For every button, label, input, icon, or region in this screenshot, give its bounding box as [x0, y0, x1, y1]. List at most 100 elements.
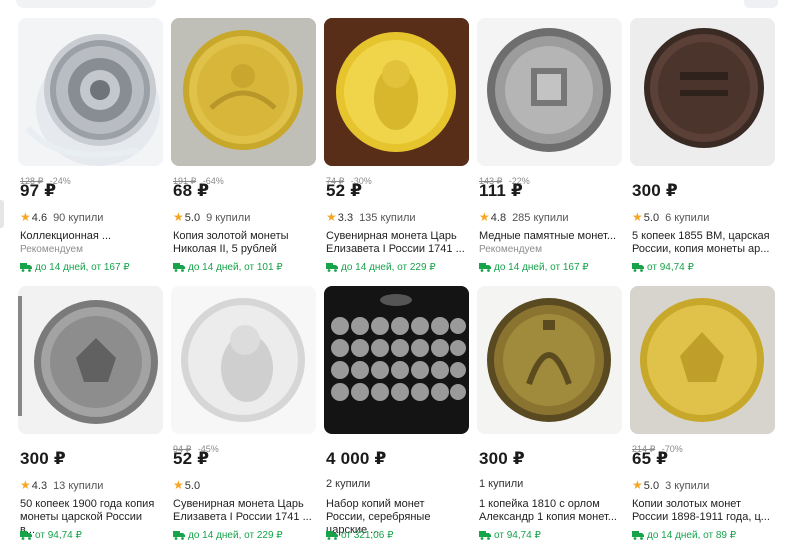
- product-image[interactable]: [324, 18, 469, 166]
- truck-icon: [326, 531, 338, 540]
- product-title[interactable]: 1 копейка 1810 с орлом Александр 1 копия…: [479, 498, 619, 524]
- rating-row: 1 купили: [479, 478, 523, 490]
- rating-row: ★3.3 135 купили: [326, 210, 416, 224]
- star-icon: ★: [632, 478, 643, 492]
- truck-icon: [479, 263, 491, 272]
- purchase-count: 135 купили: [359, 212, 416, 224]
- gold-coin-copy-icon: [171, 18, 316, 166]
- product-title[interactable]: Копия золотой монеты Николая II, 5 рубле…: [173, 230, 313, 256]
- truck-icon: [632, 531, 644, 540]
- rating-value: 5.0: [184, 480, 201, 492]
- product-title[interactable]: Сувенирная монета Царь Елизавета I Росси…: [326, 230, 466, 256]
- star-icon: ★: [173, 478, 184, 492]
- top-filter-bar: [0, 0, 800, 12]
- purchase-count: 90 купили: [53, 212, 104, 224]
- delivery-info: от 94,74 ₽: [20, 530, 82, 541]
- product-title[interactable]: Коллекционная ... Рекомендуем: [20, 230, 160, 256]
- delivery-info: от 321,06 ₽: [326, 530, 393, 541]
- truck-icon: [479, 531, 491, 540]
- purchase-count: 6 купили: [665, 212, 710, 224]
- product-image[interactable]: [630, 18, 775, 166]
- product-title[interactable]: Сувенирная монета Царь Елизавета I Росси…: [173, 498, 313, 524]
- product-title-text: Копия золотой монеты Николая II, 5 рубле…: [173, 230, 289, 255]
- delivery-info: до 14 дней, от 167 ₽: [20, 262, 130, 273]
- truck-icon: [20, 531, 32, 540]
- product-image[interactable]: [171, 18, 316, 166]
- price: 300 ₽: [20, 449, 66, 468]
- rating-value: 4.3: [31, 480, 48, 492]
- truck-icon: [173, 263, 185, 272]
- gold-portrait-coin-icon: [324, 18, 469, 166]
- star-icon: ★: [326, 210, 337, 224]
- copper-5-kopeks-coin-icon: [630, 18, 775, 166]
- product-image[interactable]: [18, 286, 163, 434]
- product-title[interactable]: Копии золотых монет России 1898-1911 год…: [632, 498, 772, 524]
- product-title-text: 1 копейка 1810 с орлом Александр 1 копия…: [479, 498, 617, 523]
- product-title-text: Коллекционная ...: [20, 230, 112, 242]
- product-image[interactable]: [18, 18, 163, 166]
- gold-eagle-coin-icon: [630, 286, 775, 434]
- delivery-text: от 94,74 ₽: [494, 530, 541, 541]
- product-image[interactable]: [477, 286, 622, 434]
- scroll-back-handle[interactable]: [0, 200, 4, 228]
- rating-value: 5.0: [184, 212, 201, 224]
- delivery-info: от 94,74 ₽: [632, 262, 694, 273]
- silver-monogram-coin-icon: [477, 18, 622, 166]
- rating-row: ★4.8 285 купили: [479, 210, 569, 224]
- silver-eagle-coin-icon: [18, 286, 163, 434]
- silver-calendar-coin-icon: [18, 18, 163, 166]
- delivery-info: до 14 дней, от 89 ₽: [632, 530, 736, 541]
- rating-value: 4.6: [31, 212, 48, 224]
- rating-row: ★5.0 3 купили: [632, 478, 709, 492]
- product-title-text: Медные памятные монет...: [479, 230, 617, 242]
- silver-portrait-coin-icon: [171, 286, 316, 434]
- brass-monogram-coin-icon: [477, 286, 622, 434]
- purchase-count: 3 купили: [665, 480, 710, 492]
- product-image[interactable]: [171, 286, 316, 434]
- rating-row: ★5.0 6 купили: [632, 210, 709, 224]
- price: 52 ₽: [326, 181, 363, 200]
- price: 68 ₽: [173, 181, 210, 200]
- purchase-count: 9 купили: [206, 212, 251, 224]
- product-image[interactable]: [630, 286, 775, 434]
- product-image[interactable]: [324, 286, 469, 434]
- truck-icon: [20, 263, 32, 272]
- purchase-count: 2 купили: [326, 478, 371, 490]
- product-title-text: 5 копеек 1855 ВМ, царская России, копия …: [632, 230, 770, 255]
- delivery-text: до 14 дней, от 167 ₽: [35, 262, 130, 273]
- rating-row: ★4.3 13 купили: [20, 478, 103, 492]
- product-image[interactable]: [477, 18, 622, 166]
- truck-icon: [326, 263, 338, 272]
- filter-chip[interactable]: [16, 0, 156, 8]
- price: 65 ₽: [632, 449, 669, 468]
- truck-icon: [173, 531, 185, 540]
- delivery-text: до 14 дней, от 229 ₽: [341, 262, 436, 273]
- recommended-label: Рекомендуем: [479, 244, 542, 255]
- price: 300 ₽: [632, 181, 678, 200]
- product-title[interactable]: 5 копеек 1855 ВМ, царская России, копия …: [632, 230, 772, 256]
- rating-value: 3.3: [337, 212, 354, 224]
- price: 300 ₽: [479, 449, 525, 468]
- rating-row: 2 купили: [326, 478, 370, 490]
- product-title[interactable]: Медные памятные монет... Рекомендуем: [479, 230, 619, 256]
- star-icon: ★: [20, 478, 31, 492]
- price: 4 000 ₽: [326, 449, 387, 468]
- price: 97 ₽: [20, 181, 57, 200]
- rating-row: ★5.0 9 купили: [173, 210, 250, 224]
- star-icon: ★: [20, 210, 31, 224]
- star-icon: ★: [479, 210, 490, 224]
- view-toggle-button[interactable]: [744, 0, 778, 8]
- rating-value: 4.8: [490, 212, 507, 224]
- delivery-info: до 14 дней, от 101 ₽: [173, 262, 283, 273]
- rating-value: 5.0: [643, 212, 660, 224]
- price: 52 ₽: [173, 449, 210, 468]
- rating-row: ★5.0: [173, 478, 200, 492]
- delivery-info: до 14 дней, от 167 ₽: [479, 262, 589, 273]
- recommended-label: Рекомендуем: [20, 244, 83, 255]
- truck-icon: [632, 263, 644, 272]
- delivery-info: до 14 дней, от 229 ₽: [173, 530, 283, 541]
- product-title-text: Копии золотых монет России 1898-1911 год…: [632, 498, 770, 523]
- delivery-text: от 94,74 ₽: [35, 530, 82, 541]
- delivery-text: до 14 дней, от 89 ₽: [647, 530, 737, 541]
- purchase-count: 285 купили: [512, 212, 569, 224]
